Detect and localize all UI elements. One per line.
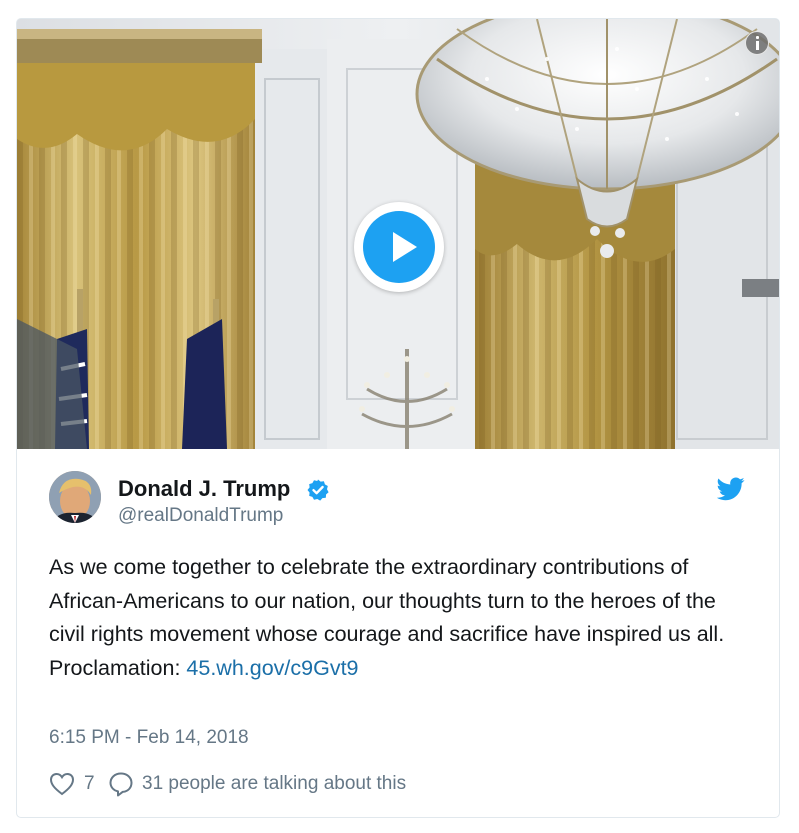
proclamation-link[interactable]: 45.wh.gov/c9Gvt9 (186, 656, 358, 680)
embedded-tweet-card: Donald J. Trump @realDonaldTrump As we c… (16, 18, 780, 818)
author-handle[interactable]: @realDonaldTrump (118, 505, 283, 527)
info-icon[interactable] (745, 31, 769, 55)
avatar[interactable] (49, 471, 101, 523)
conversation-count[interactable]: 31 people are talking about this (142, 773, 406, 795)
twitter-bird-icon[interactable] (717, 477, 745, 501)
play-icon (363, 211, 435, 283)
tweet-actions: 7 31 people are talking about this (49, 771, 469, 797)
speech-bubble-icon[interactable] (108, 771, 134, 797)
tweet-text-content: As we come together to celebrate the ext… (49, 555, 725, 680)
video-thumbnail[interactable] (17, 19, 779, 449)
tweet-body: Donald J. Trump @realDonaldTrump As we c… (17, 449, 779, 817)
verified-badge-icon (307, 479, 329, 501)
play-button[interactable] (354, 202, 444, 292)
tweet-timestamp[interactable]: 6:15 PM - Feb 14, 2018 (49, 727, 249, 749)
heart-icon[interactable] (49, 772, 75, 796)
author-name[interactable]: Donald J. Trump (118, 476, 290, 502)
avatar-portrait-image (49, 471, 101, 523)
like-count[interactable]: 7 (84, 773, 95, 795)
tweet-text: As we come together to celebrate the ext… (49, 551, 749, 685)
